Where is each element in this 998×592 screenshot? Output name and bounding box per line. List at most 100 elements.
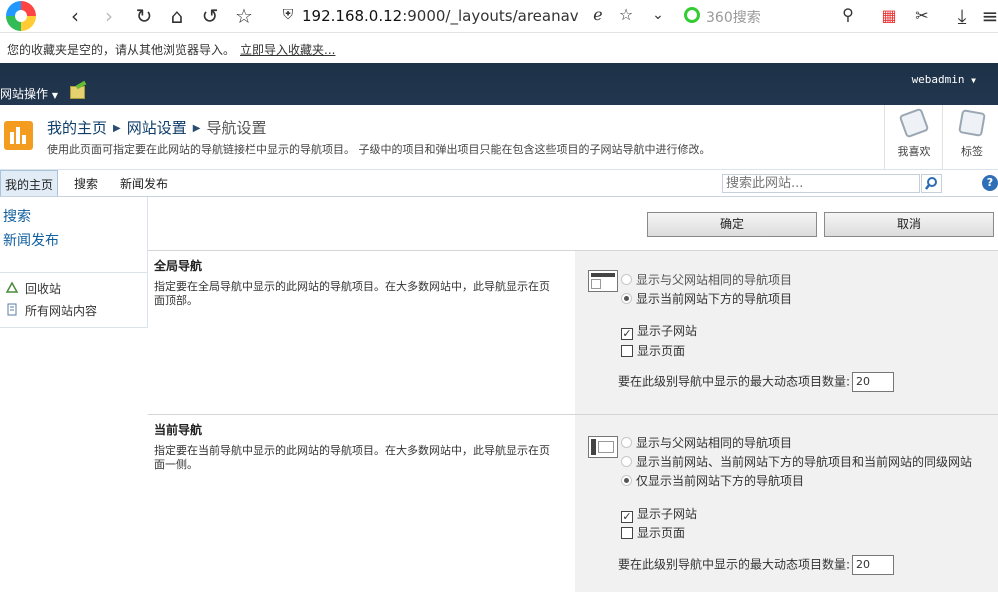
current-nav-layout-icon [588, 436, 618, 458]
star-icon[interactable]: ☆ [232, 4, 256, 28]
global-nav-option-below-label: 显示当前网站下方的导航项目 [636, 292, 793, 306]
breadcrumb-home[interactable]: 我的主页 [47, 119, 107, 137]
download-icon[interactable]: ⤓ [950, 4, 974, 28]
site-search-button[interactable] [921, 174, 942, 193]
global-nav-show-pages-label: 显示页面 [637, 344, 686, 358]
user-chevron-icon: ▼ [971, 76, 976, 85]
site-search-box[interactable] [722, 174, 920, 193]
sharepoint-top-bar: 网站操作 ▼ webadmin ▼ [0, 63, 998, 105]
global-nav-heading: 全局导航 [154, 259, 203, 273]
checkbox-unchecked-icon[interactable] [621, 345, 633, 357]
global-nav-option-below[interactable]: 显示当前网站下方的导航项目 [621, 290, 792, 307]
current-nav-option-below-only[interactable]: 仅显示当前网站下方的导航项目 [621, 472, 804, 489]
global-nav-description: 指定要在全局导航中显示的此网站的导航项目。在大多数网站中，此导航显示在页面顶部。 [154, 280, 550, 307]
tags-note-icon [958, 109, 986, 137]
breadcrumb-site-settings[interactable]: 网站设置 [127, 119, 187, 137]
search-engine-icon [684, 7, 700, 23]
back-icon[interactable]: ‹ [63, 4, 87, 28]
bookmark-bar: 您的收藏夹是空的，请从其他浏览器导入。 立即导入收藏夹... [0, 34, 998, 64]
help-icon[interactable]: ? [982, 175, 998, 191]
tab-news[interactable]: 新闻发布 [116, 170, 172, 196]
site-actions-chevron-icon: ▼ [51, 91, 58, 100]
import-bookmarks-link[interactable]: 立即导入收藏夹... [240, 41, 335, 58]
tab-search[interactable]: 搜索 [70, 170, 102, 196]
global-nav-show-subsites-label: 显示子网站 [637, 324, 698, 338]
site-search-input[interactable] [723, 175, 919, 192]
cancel-button[interactable]: 取消 [824, 212, 994, 237]
current-nav-description: 指定要在当前导航中显示的此网站的导航项目。在大多数网站中，此导航显示在页面一侧。 [154, 444, 550, 471]
checkbox-checked-icon[interactable]: ✓ [621, 328, 633, 340]
site-actions-menu[interactable]: 网站操作 ▼ [0, 85, 58, 102]
radio-inherit[interactable] [621, 274, 632, 285]
edit-page-icon[interactable] [70, 86, 85, 99]
url-path: :9000/_layouts/areanavigatio [402, 7, 580, 25]
current-nav-max-label: 要在此级别导航中显示的最大动态项目数量: [618, 557, 851, 572]
browser-toolbar: ‹ › ↻ ⌂ ↺ ☆ ⛨ 192.168.0.12:9000/_layouts… [0, 0, 998, 33]
quick-launch: 搜索 新闻发布 回收站 所有网站内容 [0, 197, 148, 328]
all-content-icon [7, 303, 17, 316]
current-nav-option-siblings[interactable]: 显示当前网站、当前网站下方的导航项目和当前网站的同级网站 [621, 453, 972, 470]
global-nav-layout-icon [588, 270, 618, 292]
compat-mode-icon[interactable]: ℯ [586, 3, 610, 27]
refresh-icon[interactable]: ↻ [132, 4, 156, 28]
global-nav-show-pages[interactable]: 显示页面 [621, 342, 685, 359]
checkbox-checked-icon[interactable]: ✓ [621, 511, 633, 523]
current-nav-show-pages[interactable]: 显示页面 [621, 524, 685, 541]
page-description: 使用此页面可指定要在此网站的导航链接栏中显示的导航项目。 子级中的项目和弹出项目… [47, 143, 711, 156]
current-nav-show-subsites[interactable]: ✓ 显示子网站 [621, 505, 697, 523]
quick-launch-search[interactable]: 搜索 [3, 206, 31, 226]
radio-inherit[interactable] [621, 437, 632, 448]
global-nav-option-inherit-label: 显示与父网站相同的导航项目 [636, 273, 793, 287]
search-icon[interactable]: ⚲ [836, 3, 860, 27]
bookmark-empty-message: 您的收藏夹是空的，请从其他浏览器导入。 [7, 43, 236, 57]
top-navigation: 我的主页 搜索 新闻发布 ? [0, 170, 998, 197]
favorite-star-icon[interactable]: ☆ [614, 3, 638, 27]
quick-launch-divider [0, 272, 147, 273]
like-label: 我喜欢 [897, 145, 931, 158]
user-menu[interactable]: webadmin ▼ [912, 73, 976, 86]
global-nav-panel: 显示与父网站相同的导航项目 显示当前网站下方的导航项目 ✓ 显示子网站 显示页面 … [575, 251, 998, 415]
global-nav-max-input[interactable]: 20 [852, 372, 895, 392]
checkbox-unchecked-icon[interactable] [621, 527, 633, 539]
global-nav-max-label: 要在此级别导航中显示的最大动态项目数量: [618, 374, 851, 389]
breadcrumb-current: 导航设置 [206, 119, 267, 137]
browser-search-input[interactable]: 360搜索 [706, 7, 761, 27]
current-nav-heading: 当前导航 [154, 423, 203, 437]
apps-icon[interactable]: ▦ [877, 4, 901, 28]
like-tag-icon [898, 107, 930, 139]
global-nav-section: 全局导航 指定要在全局导航中显示的此网站的导航项目。在大多数网站中，此导航显示在… [148, 250, 998, 415]
quick-launch-news[interactable]: 新闻发布 [3, 230, 59, 250]
site-actions-label: 网站操作 [0, 87, 49, 101]
current-nav-max-input[interactable]: 20 [852, 555, 895, 575]
menu-icon[interactable]: ≡ [978, 4, 998, 28]
like-button[interactable]: 我喜欢 [884, 105, 942, 169]
shield-icon: ⛨ [282, 7, 294, 23]
breadcrumb-separator-icon: ▶ [192, 123, 201, 134]
magnifier-icon [925, 177, 937, 190]
current-nav-show-pages-label: 显示页面 [637, 526, 686, 540]
browser-search-box[interactable]: 360搜索 ⚲ [676, 3, 864, 29]
quick-launch-all-content[interactable]: 所有网站内容 [25, 302, 97, 319]
current-nav-show-subsites-label: 显示子网站 [637, 507, 698, 521]
global-nav-option-inherit[interactable]: 显示与父网站相同的导航项目 [621, 271, 792, 288]
quick-launch-recycle-bin[interactable]: 回收站 [25, 280, 61, 297]
forward-icon[interactable]: › [97, 4, 121, 28]
current-nav-option-inherit[interactable]: 显示与父网站相同的导航项目 [621, 434, 792, 451]
tags-button[interactable]: 标签 [942, 105, 998, 169]
current-nav-option-below-only-label: 仅显示当前网站下方的导航项目 [636, 474, 805, 488]
chevron-down-icon[interactable]: ⌄ [646, 3, 670, 27]
radio-below-only[interactable] [621, 475, 632, 486]
radio-siblings[interactable] [621, 456, 632, 467]
global-nav-show-subsites[interactable]: ✓ 显示子网站 [621, 322, 697, 340]
breadcrumb: 我的主页 ▶ 网站设置 ▶ 导航设置 [47, 117, 266, 138]
tab-my-home[interactable]: 我的主页 [0, 170, 59, 196]
home-icon[interactable]: ⌂ [165, 4, 189, 28]
global-nav-max-items: 要在此级别导航中显示的最大动态项目数量: 20 [618, 372, 895, 392]
scissors-icon[interactable]: ✂ [910, 4, 934, 28]
undo-icon[interactable]: ↺ [198, 4, 222, 28]
site-settings-icon [4, 121, 33, 150]
radio-below[interactable] [621, 293, 632, 304]
ok-button[interactable]: 确定 [647, 212, 817, 237]
address-bar[interactable]: ⛨ 192.168.0.12:9000/_layouts/areanavigat… [276, 3, 672, 29]
current-nav-option-inherit-label: 显示与父网站相同的导航项目 [636, 436, 793, 450]
